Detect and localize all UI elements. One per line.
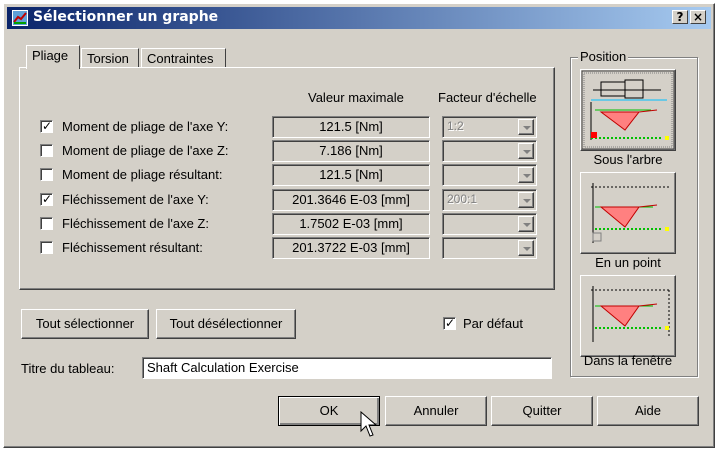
- row-scale-combo[interactable]: [442, 237, 537, 259]
- close-button[interactable]: ×: [690, 10, 706, 24]
- position-under-shaft-button[interactable]: [580, 69, 676, 151]
- tab-contraintes[interactable]: Contraintes: [141, 48, 226, 68]
- graph-at-point-icon: [591, 183, 671, 243]
- row-checkbox[interactable]: [40, 168, 53, 181]
- dropdown-arrow-icon[interactable]: [518, 240, 534, 256]
- position-in-window-label: Dans la fenêtre: [583, 353, 673, 368]
- tab-pliage[interactable]: Pliage: [26, 45, 80, 69]
- help-title-button[interactable]: ?: [672, 10, 688, 24]
- graph-under-shaft-icon: [581, 70, 675, 150]
- row-label: Fléchissement de l'axe Z:: [62, 216, 209, 231]
- help-button[interactable]: Aide: [597, 396, 699, 426]
- column-header-scale: Facteur d'échelle: [438, 90, 537, 105]
- row-scale-combo[interactable]: 1:2: [442, 116, 537, 138]
- row-checkbox[interactable]: [40, 217, 53, 230]
- position-in-window-button[interactable]: [580, 275, 676, 357]
- row-max-value: 121.5 [Nm]: [272, 164, 430, 186]
- row-scale-combo[interactable]: 200:1: [442, 189, 537, 211]
- row-checkbox[interactable]: ✓: [40, 192, 53, 206]
- tab-torsion[interactable]: Torsion: [81, 48, 139, 68]
- quit-button[interactable]: Quitter: [491, 396, 593, 426]
- row-label: Moment de pliage de l'axe Y:: [62, 119, 229, 134]
- checkmark-icon: ✓: [42, 192, 53, 206]
- row-label: Fléchissement de l'axe Y:: [62, 192, 209, 207]
- row-checkbox[interactable]: [40, 144, 53, 157]
- dropdown-arrow-icon[interactable]: [518, 216, 534, 232]
- dropdown-arrow-icon[interactable]: [518, 143, 534, 159]
- row-max-value: 201.3722 E-03 [mm]: [272, 237, 430, 259]
- checkmark-icon: ✓: [445, 316, 456, 330]
- row-max-value: 7.186 [Nm]: [272, 140, 430, 162]
- graph-in-window-icon: [591, 286, 671, 342]
- app-icon: [12, 10, 28, 26]
- deselect-all-button[interactable]: Tout désélectionner: [156, 309, 296, 339]
- default-checkbox[interactable]: ✓: [443, 316, 456, 330]
- row-scale-combo[interactable]: [442, 213, 537, 235]
- dropdown-arrow-icon[interactable]: [518, 119, 534, 135]
- column-header-value: Valeur maximale: [308, 90, 404, 105]
- row-label: Moment de pliage de l'axe Z:: [62, 143, 229, 158]
- title-bar[interactable]: Sélectionner un graphe ? ×: [7, 7, 711, 29]
- table-title-input[interactable]: Shaft Calculation Exercise: [142, 357, 552, 379]
- select-all-button[interactable]: Tout sélectionner: [21, 309, 149, 339]
- position-at-point-button[interactable]: [580, 172, 676, 254]
- row-scale-value: 200:1: [447, 192, 478, 206]
- row-scale-value: 1:2: [447, 119, 464, 133]
- position-group-label: Position: [578, 49, 629, 64]
- checkmark-icon: ✓: [42, 119, 53, 133]
- row-label: Fléchissement résultant:: [62, 240, 203, 255]
- row-scale-combo[interactable]: [442, 164, 537, 186]
- row-scale-combo[interactable]: [442, 140, 537, 162]
- default-label: Par défaut: [463, 316, 523, 331]
- dropdown-arrow-icon[interactable]: [518, 167, 534, 183]
- row-checkbox[interactable]: ✓: [40, 119, 53, 133]
- window-title: Sélectionner un graphe: [33, 9, 219, 25]
- position-at-point-label: En un point: [595, 255, 661, 270]
- position-under-shaft-label: Sous l'arbre: [593, 152, 663, 167]
- cancel-button[interactable]: Annuler: [385, 396, 487, 426]
- row-max-value: 121.5 [Nm]: [272, 116, 430, 138]
- table-title-label: Titre du tableau:: [21, 361, 115, 376]
- row-label: Moment de pliage résultant:: [62, 167, 223, 182]
- dropdown-arrow-icon[interactable]: [518, 192, 534, 208]
- row-max-value: 201.3646 E-03 [mm]: [272, 189, 430, 211]
- row-max-value: 1.7502 E-03 [mm]: [272, 213, 430, 235]
- mouse-cursor-icon: [360, 411, 378, 437]
- row-checkbox[interactable]: [40, 241, 53, 254]
